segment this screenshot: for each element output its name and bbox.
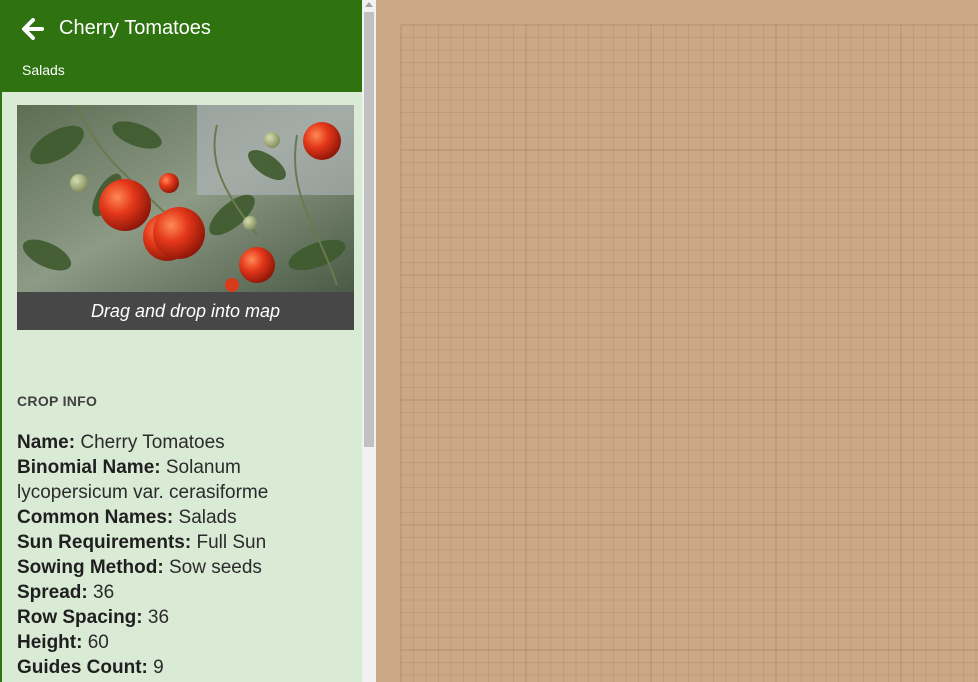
field-value: 36 (93, 582, 115, 603)
field-label: Row Spacing: (17, 607, 143, 628)
field-label: Name: (17, 432, 76, 453)
page-title: Cherry Tomatoes (59, 17, 211, 39)
crop-info-name: Name: Cherry Tomatoes (17, 430, 337, 455)
crop-info-guides-count: Guides Count: 9 (17, 655, 337, 680)
panel-header: Cherry Tomatoes Salads (2, 0, 362, 92)
field-value: Cherry Tomatoes (80, 432, 225, 453)
field-value: 9 (153, 657, 164, 678)
crop-info-sun-requirements: Sun Requirements: Full Sun (17, 530, 337, 555)
field-label: Spread: (17, 582, 88, 603)
panel-scrollbar[interactable] (362, 0, 376, 682)
field-label: Sowing Method: (17, 557, 164, 578)
field-value: 60 (87, 632, 109, 653)
crop-info-binomial-name: Binomial Name: Solanum lycopersicum var.… (17, 455, 337, 505)
crop-info-sowing-method: Sowing Method: Sow seeds (17, 555, 337, 580)
scrollbar-thumb[interactable] (364, 12, 374, 447)
field-value: Sow seeds (168, 557, 262, 578)
drag-hint-caption: Drag and drop into map (17, 292, 354, 330)
arrow-left-icon (22, 18, 44, 40)
scroll-up-arrow-icon[interactable] (365, 2, 373, 7)
garden-map[interactable] (376, 0, 978, 682)
field-value: 36 (147, 607, 170, 628)
field-label: Sun Requirements: (17, 532, 192, 553)
crop-info-common-names: Common Names: Salads (17, 505, 337, 530)
crop-info-list: Name: Cherry Tomatoes Binomial Name: Sol… (17, 430, 337, 680)
back-button[interactable] (20, 16, 46, 42)
field-label: Binomial Name: (17, 457, 161, 478)
crop-info-heading: CROP INFO (17, 393, 98, 409)
crop-image-draggable[interactable]: Drag and drop into map (17, 105, 354, 330)
crop-info-row-spacing: Row Spacing: 36 (17, 605, 337, 630)
field-label: Common Names: (17, 507, 174, 528)
page-subtitle: Salads (22, 62, 65, 78)
crop-info-height: Height: 60 (17, 630, 337, 655)
field-label: Guides Count: (17, 657, 148, 678)
crop-info-spread: Spread: 36 (17, 580, 337, 605)
field-value: Salads (178, 507, 237, 528)
crop-info-panel: Cherry Tomatoes Salads Drag and drop int… (0, 0, 362, 682)
field-label: Height: (17, 632, 83, 653)
crop-photo (17, 105, 354, 292)
field-value: Full Sun (196, 532, 267, 553)
map-grid (400, 24, 978, 682)
